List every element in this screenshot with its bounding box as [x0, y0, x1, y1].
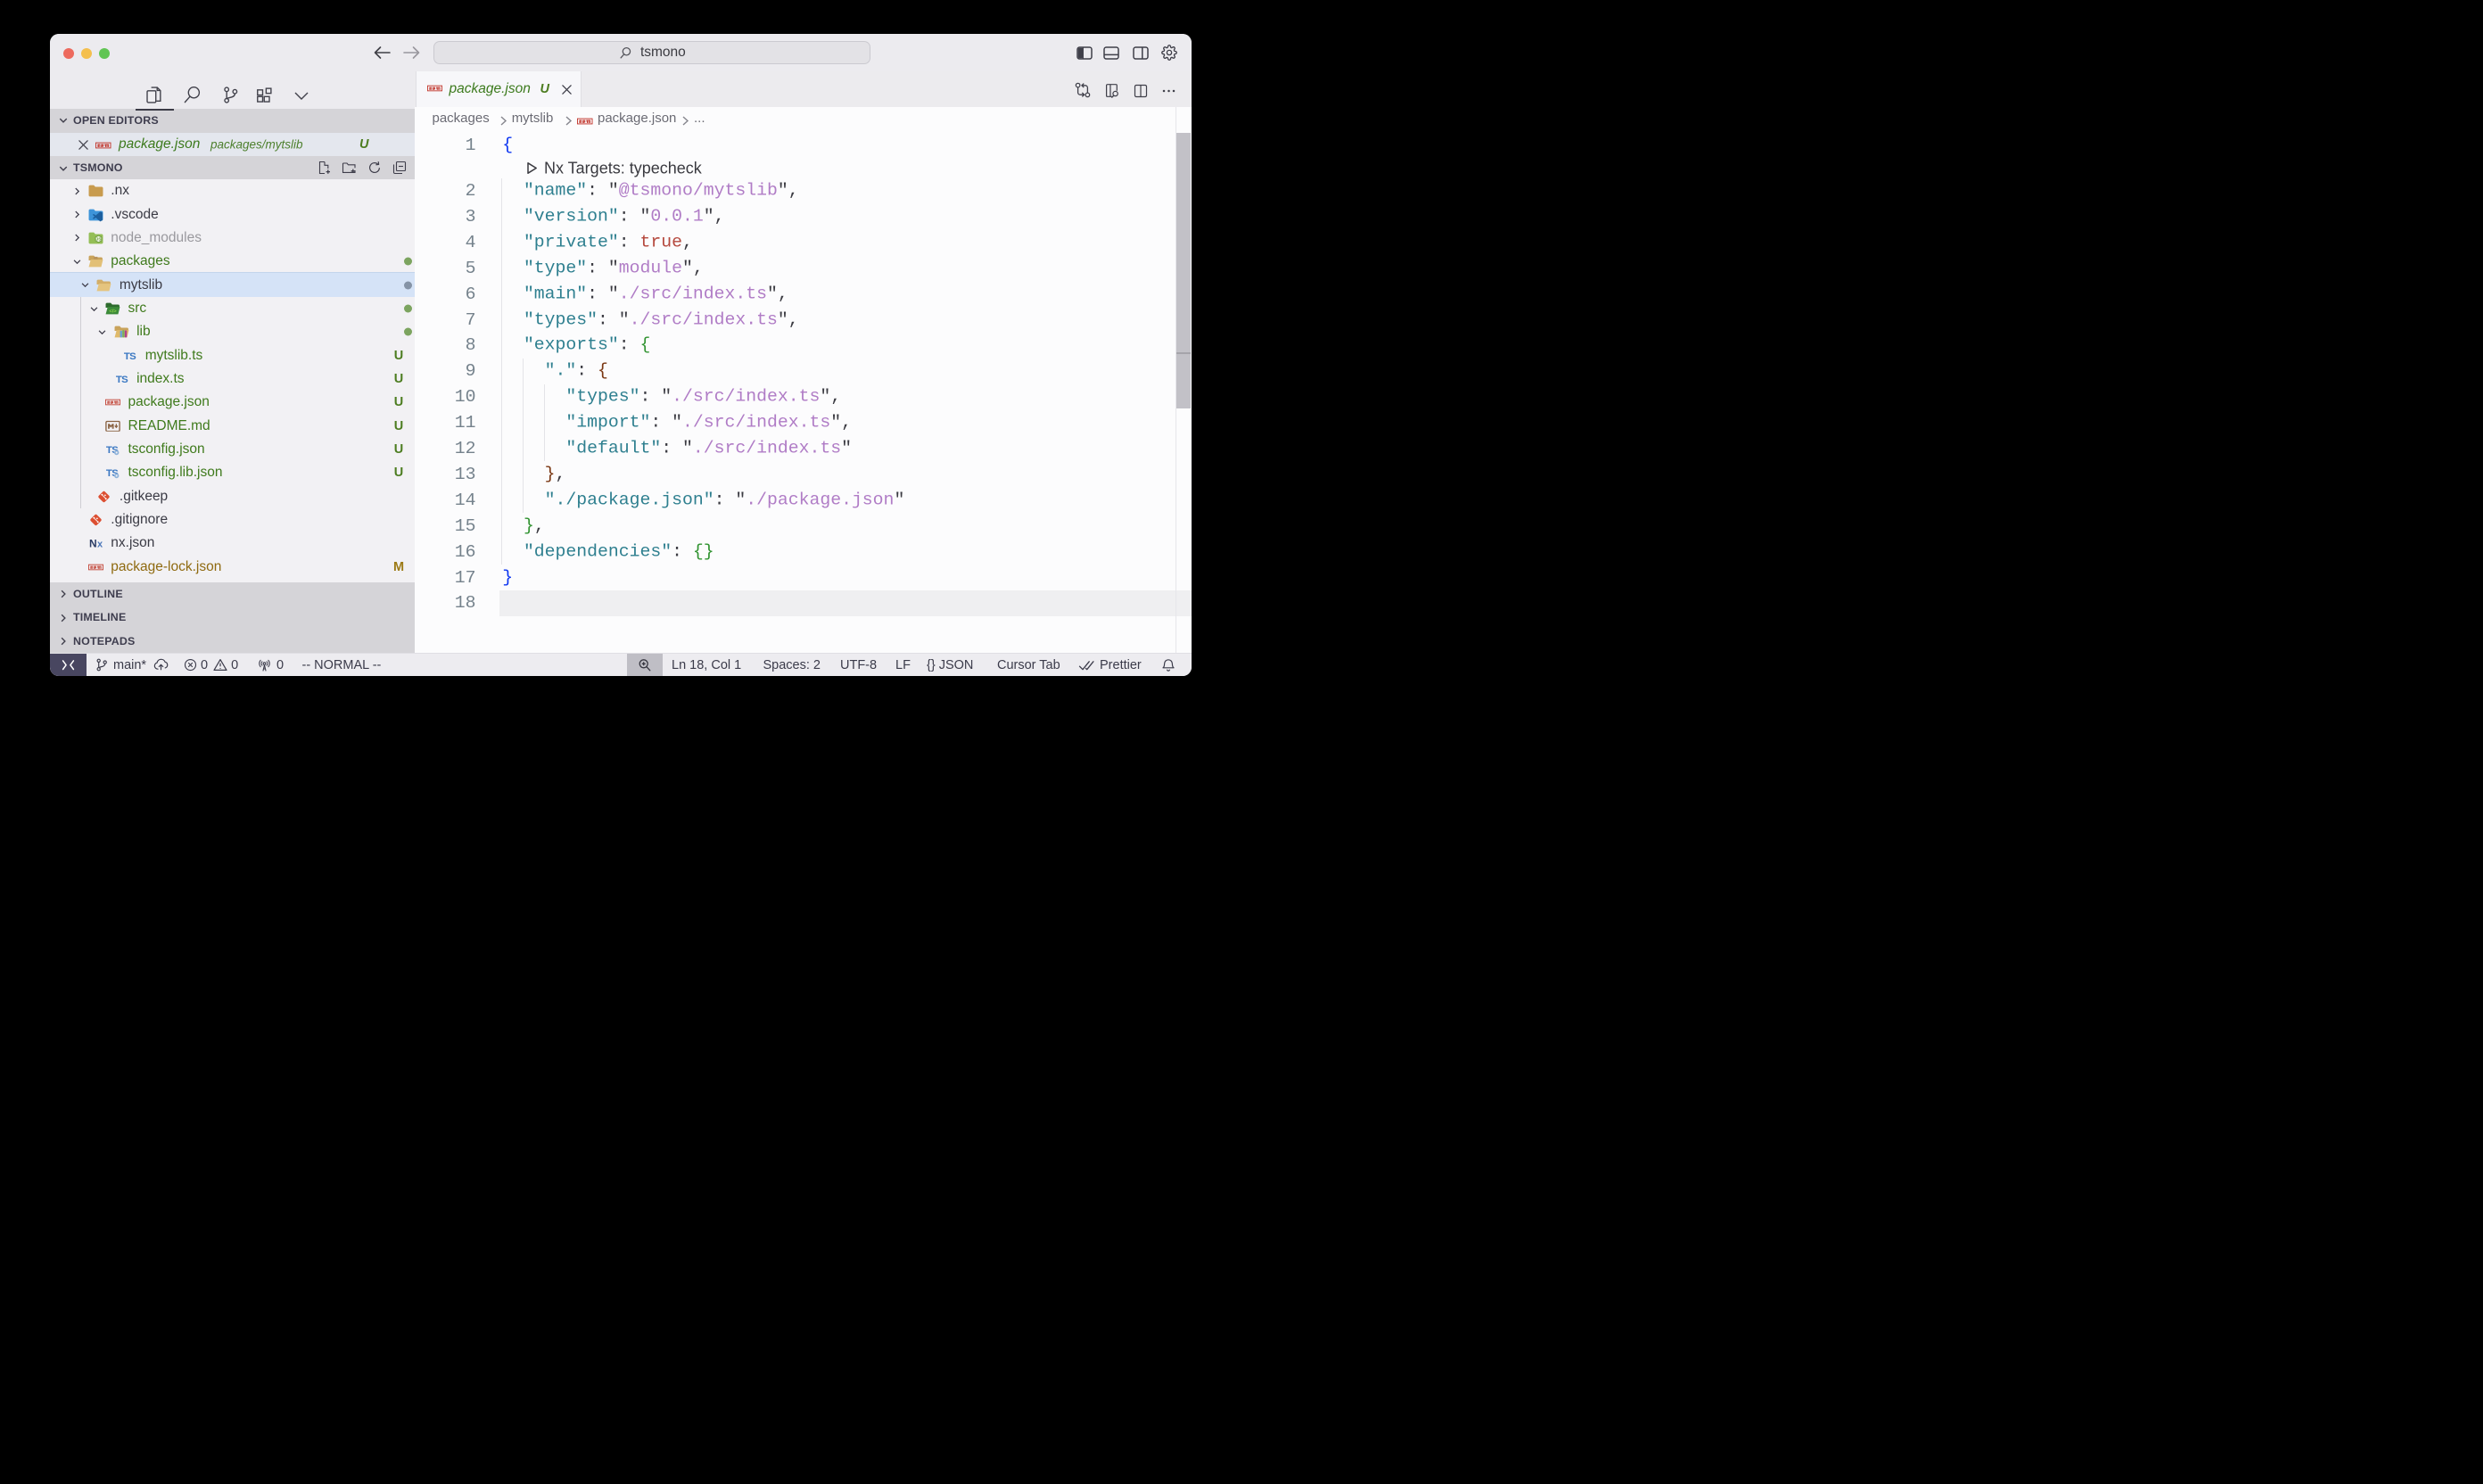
svg-text:JS: JS: [95, 236, 102, 242]
svg-text:TS: TS: [124, 351, 136, 362]
svg-text:TS: TS: [115, 375, 128, 385]
svg-text:N: N: [89, 538, 97, 550]
svg-text:x: x: [97, 540, 103, 550]
svg-text:</>: </>: [109, 309, 117, 314]
